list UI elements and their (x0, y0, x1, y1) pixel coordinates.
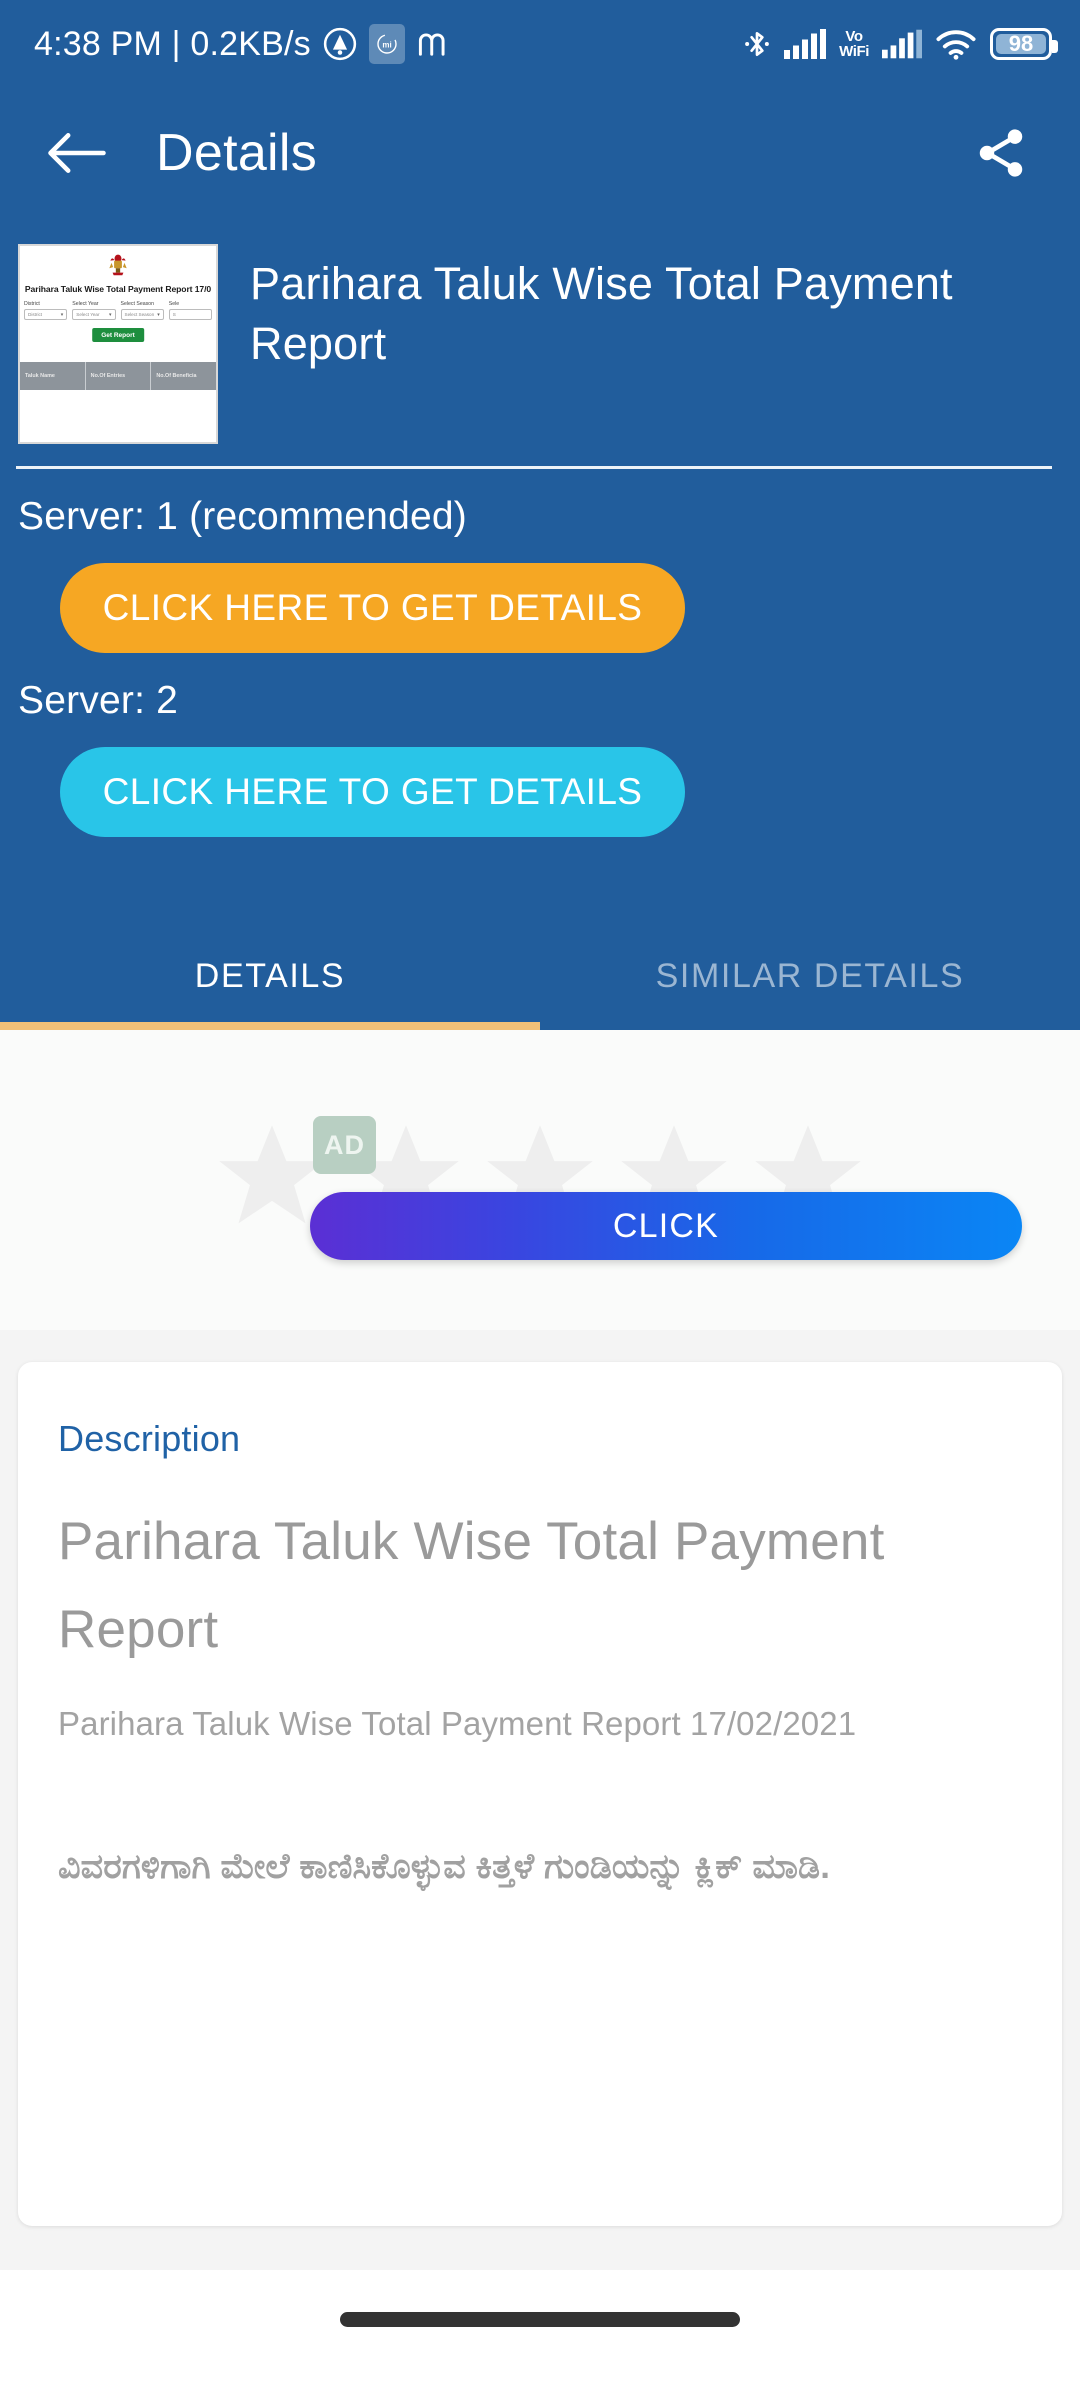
thumbnail-filter-select: Select Year ▾ (72, 309, 116, 320)
report-title: Parihara Taluk Wise Total Payment Report (250, 258, 953, 369)
tab-active-indicator (0, 1022, 540, 1030)
thumbnail-filter: Select Year Select Year ▾ (72, 301, 116, 320)
hero-divider (16, 466, 1052, 469)
signal-bars-icon (784, 29, 827, 59)
hero-section: Parihara Taluk Wise Total Payment Report… (0, 218, 1080, 1030)
advertisement-banner[interactable]: AD CLICK (0, 1030, 1080, 1330)
thumbnail-filter: Sele S (168, 301, 212, 320)
description-heading: Description (58, 1418, 241, 1459)
thumbnail-filter-value: District (28, 312, 43, 317)
description-kannada-note: ವಿವರಗಳಿಗಾಗಿ ಮೇಲೆ ಕಾಣಿಸಿಕೊಳ್ಳುವ ಕಿತ್ತಳೆ ಗ… (58, 1847, 831, 1886)
report-thumbnail[interactable]: Parihara Taluk Wise Total Payment Report… (18, 244, 218, 444)
server-1-label: Server: 1 (recommended) (18, 495, 467, 538)
thumbnail-filter-label: Sele (168, 301, 180, 307)
thumbnail-filter: District District ▾ (24, 301, 68, 320)
battery-icon: 98 (990, 28, 1058, 60)
thumbnail-filter-select: S (168, 309, 212, 320)
ad-click-button[interactable]: CLICK (310, 1192, 1022, 1260)
content-area: Description Parihara Taluk Wise Total Pa… (0, 1330, 1080, 2270)
system-navigation-bar (0, 2270, 1080, 2400)
home-indicator[interactable] (340, 2312, 740, 2327)
thumbnail-table-column: No.Of Beneficia (156, 373, 197, 379)
tab-similar-details[interactable]: SIMILAR DETAILS (540, 922, 1080, 1030)
thumbnail-filter-label: Select Year (72, 301, 99, 307)
chevron-down-icon: ▾ (60, 311, 64, 318)
status-bar-right: Vo WiFi 98 (743, 28, 1058, 60)
status-bar-left: 4:38 PM | 0.2KB/s mi (34, 24, 451, 64)
thumbnail-filter-value: Select Season (124, 312, 155, 317)
thumbnail-filter-select: Select Season ▾ (120, 309, 164, 320)
server-2-get-details-button[interactable]: CLICK HERE TO GET DETAILS (60, 747, 685, 837)
thumbnail-filter-value: S (172, 312, 176, 317)
hero-header: Parihara Taluk Wise Total Payment Report… (0, 218, 1080, 444)
tab-details[interactable]: DETAILS (0, 922, 540, 1030)
thumbnail-filter-label: Select Season (120, 301, 154, 307)
page-title: Details (156, 124, 318, 182)
wifi-icon (935, 28, 977, 60)
server-1-get-details-button[interactable]: CLICK HERE TO GET DETAILS (60, 563, 685, 653)
chevron-down-icon: ▾ (108, 311, 112, 318)
bluetooth-icon (743, 28, 771, 60)
tab-bar: DETAILS SIMILAR DETAILS (0, 922, 1080, 1030)
thumbnail-get-report-button: Get Report (92, 328, 144, 342)
signal-bars-2-icon (882, 29, 922, 59)
thumbnail-filter-value: Select Year (76, 312, 100, 317)
description-card: Description Parihara Taluk Wise Total Pa… (18, 1362, 1062, 2226)
arrow-left-icon (48, 133, 106, 173)
thumbnail-filters: District District ▾ Select Year Select Y… (24, 301, 212, 320)
vowifi-line-2: WiFi (839, 43, 869, 60)
ad-badge: AD (313, 1116, 376, 1174)
status-bar: 4:38 PM | 0.2KB/s mi Vo WiFi 98 (0, 0, 1080, 88)
back-button[interactable] (44, 120, 110, 186)
share-icon (979, 129, 1023, 177)
thumbnail-filter-select: District ▾ (24, 309, 68, 320)
thumbnail-heading: Parihara Taluk Wise Total Payment Report… (24, 284, 212, 294)
app-bar: Details (0, 88, 1080, 218)
chevron-down-icon: ▾ (157, 311, 160, 318)
app-screen: 4:38 PM | 0.2KB/s mi Vo WiFi 98 Details … (0, 0, 1080, 2400)
battery-level: 98 (1008, 31, 1034, 56)
description-title: Parihara Taluk Wise Total Payment Report (58, 1512, 885, 1659)
m-app-icon (417, 31, 451, 57)
adblock-icon (323, 27, 357, 61)
description-body: Parihara Taluk Wise Total Payment Report… (58, 1705, 857, 1742)
vowifi-icon: Vo WiFi (839, 29, 869, 59)
server-2-label: Server: 2 (18, 679, 179, 722)
thumbnail-filter: Select Season Select Season ▾ (120, 301, 164, 320)
karnataka-state-emblem-icon (109, 254, 127, 276)
share-button[interactable] (966, 118, 1036, 188)
thumbnail-filter-label: District (24, 301, 40, 307)
thumbnail-table-column: No.Of Entries (86, 362, 152, 390)
svg-text:mi: mi (382, 41, 391, 50)
mi-cleaner-icon: mi (368, 24, 405, 64)
thumbnail-table-header: Taluk Name No.Of Entries No.Of Beneficia (20, 362, 216, 390)
thumbnail-table-column: Taluk Name (20, 362, 86, 390)
status-clock: 4:38 PM | 0.2KB/s (34, 24, 311, 63)
